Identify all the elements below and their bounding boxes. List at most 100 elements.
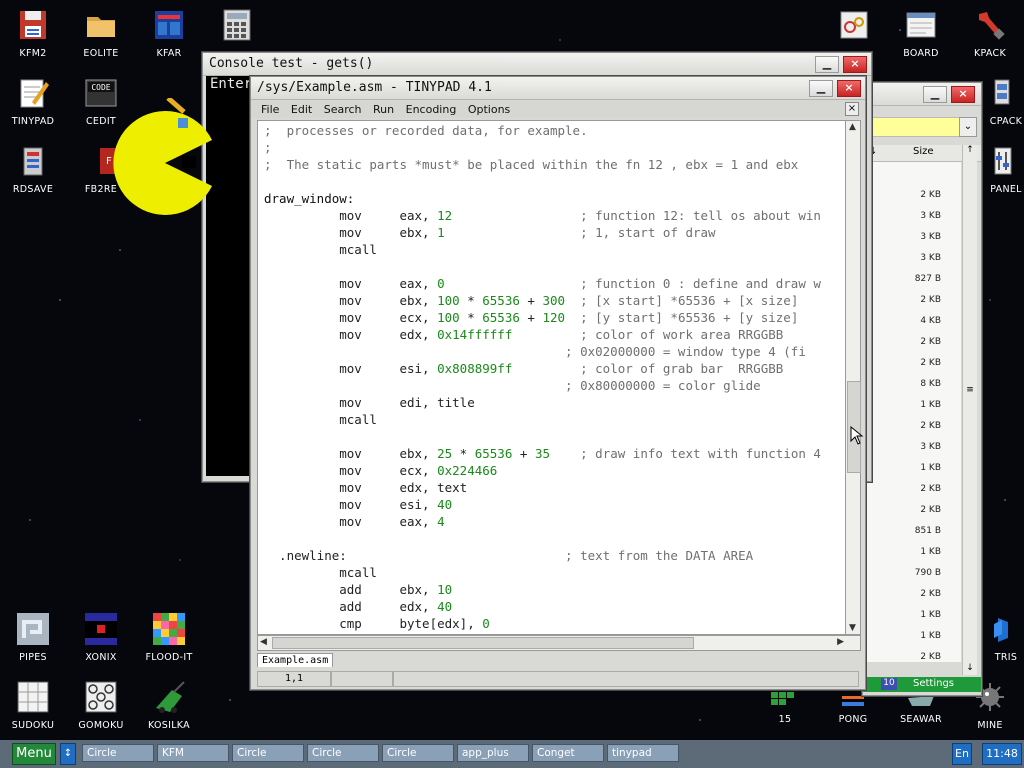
file-size-cell[interactable]: 1 KB [920,631,941,641]
code-editor[interactable]: ; processes or recorded data, for exampl… [257,120,847,635]
desktop-icon-tinypad[interactable]: TINYPAD [0,76,66,127]
file-size-cell[interactable]: 1 KB [920,463,941,473]
close-tab-icon[interactable]: × [845,102,859,116]
console-title: Console test - gets() [209,56,374,71]
file-size-cell[interactable]: 2 KB [920,190,941,200]
fm-scroll-up-icon[interactable]: ↑ [963,145,977,155]
desktop-icon-xonix[interactable]: XONIX [68,612,134,663]
menu-edit[interactable]: Edit [287,102,316,117]
file-size-cell[interactable]: 1 KB [920,547,941,557]
scroll-down-icon[interactable]: ▼ [849,623,856,633]
console-minimize-button[interactable]: ▁ [815,56,839,73]
kfar-icon [152,8,186,42]
fm-minimize-button[interactable]: ▁ [923,86,947,103]
desktop-icon-kosilka[interactable]: KOSILKA [136,680,202,731]
task-circle-1[interactable]: Circle [82,744,154,762]
tinypad-close-button[interactable]: × [837,80,861,97]
file-size-cell[interactable]: 1 KB [920,400,941,410]
code-line-15: mov esi, 0x808899ff ; color of grab bar … [264,361,784,376]
fm-f10-key: 10 [881,678,897,690]
file-size-cell[interactable]: 8 KB [920,379,941,389]
tinypad-window[interactable]: /sys/Example.asm - TINYPAD 4.1 ▁ × File … [250,76,866,690]
file-size-cell[interactable]: 2 KB [920,337,941,347]
file-size-cell[interactable]: 2 KB [920,652,941,662]
fm-path-dropdown[interactable]: ⌄ [959,117,977,137]
menu-file[interactable]: File [257,102,283,117]
menu-encoding[interactable]: Encoding [402,102,461,117]
fm-titlebar[interactable]: ▁ × [863,83,981,106]
task-circle-4[interactable]: Circle [382,744,454,762]
tinypad-minimize-button[interactable]: ▁ [809,80,833,97]
code-line-2: ; [264,140,272,155]
file-size-cell[interactable]: 851 B [915,526,941,536]
task-conget[interactable]: Conget [532,744,604,762]
desktop-icon-rdsave[interactable]: RDSAVE [0,144,66,195]
fm-scroll-down-icon[interactable]: ↓ [963,663,977,673]
file-manager-window[interactable]: ▁ × ⌄ ↓ Size 2 KB 3 KB 3 KB 3 KB 827 B 2 KB 4 … [862,82,982,696]
file-size-cell[interactable]: 790 B [915,568,941,578]
start-menu-button[interactable]: Menu [12,743,56,765]
calculator-icon [220,8,254,42]
tinypad-titlebar[interactable]: /sys/Example.asm - TINYPAD 4.1 ▁ × [251,77,865,100]
file-size-cell[interactable]: 3 KB [920,253,941,263]
file-size-cell[interactable]: 1 KB [920,610,941,620]
menu-options[interactable]: Options [464,102,514,117]
file-size-cell[interactable]: 3 KB [920,442,941,452]
task-circle-3[interactable]: Circle [307,744,379,762]
desktop-icon-gomoku[interactable]: GOMOKU [68,680,134,731]
icon-label: SEAWAR [900,714,942,725]
console-titlebar[interactable]: Console test - gets() ▁ × [203,53,871,76]
file-size-cell[interactable]: 827 B [915,274,941,284]
desktop-icon-sudoku[interactable]: SUDOKU [0,680,66,731]
scroll-right-icon[interactable]: ▶ [837,637,844,647]
editor-hscroll-thumb[interactable] [272,637,694,649]
gears-icon [837,8,871,42]
fm-close-button[interactable]: × [951,86,975,103]
code-line-13: mov edx, 0x14ffffff ; color of work area… [264,327,784,342]
file-size-cell[interactable]: 3 KB [920,211,941,221]
desktop-icon-kfar[interactable]: KFAR [136,8,202,59]
file-size-cell[interactable]: 4 KB [920,316,941,326]
file-size-cell[interactable]: 2 KB [920,358,941,368]
sliders-icon [979,144,1013,178]
file-size-cell[interactable]: 2 KB [920,505,941,515]
desktop-icon-cpu[interactable] [821,8,887,42]
file-size-cell[interactable]: 2 KB [920,589,941,599]
tab-example-asm[interactable]: Example.asm [257,653,334,667]
menu-run[interactable]: Run [369,102,398,117]
task-kfm[interactable]: KFM [157,744,229,762]
code-line-16: ; 0x80000000 = color glide [565,378,761,393]
scroll-up-icon[interactable]: ▲ [849,122,856,132]
desktop-icon-kpack[interactable]: KPACK [957,8,1023,59]
file-size-cell[interactable]: 2 KB [920,484,941,494]
task-app-plus[interactable]: app_plus [457,744,529,762]
desktop-icon-board[interactable]: BOARD [888,8,954,59]
fm-path-field[interactable] [863,117,961,137]
task-circle-2[interactable]: Circle [232,744,304,762]
scroll-left-icon[interactable]: ◀ [260,637,267,647]
icon-label: BOARD [903,48,939,59]
desktop-icon-kfm2[interactable]: KFM2 [0,8,66,59]
sudoku-grid-icon [16,680,50,714]
fm-file-list[interactable]: 2 KB 3 KB 3 KB 3 KB 827 B 2 KB 4 KB 2 KB 2 KB 8 K… [863,162,961,662]
board-icon [904,8,938,42]
file-size-cell[interactable]: 2 KB [920,421,941,431]
menu-search[interactable]: Search [320,102,366,117]
desktop-icon-eolite[interactable]: EOLITE [68,8,134,59]
task-tinypad[interactable]: tinypad [607,744,679,762]
editor-horizontal-scrollbar[interactable]: ◀ ▶ [257,635,861,651]
desktop-icon-15[interactable]: 15 [752,686,818,725]
fm-scrollbar[interactable]: ↑ ≡ ↓ [962,145,977,675]
desktop-icon-pipes[interactable]: PIPES [0,612,66,663]
file-size-cell[interactable]: 3 KB [920,232,941,242]
file-size-cell[interactable]: 2 KB [920,295,941,305]
fm-settings-label[interactable]: Settings [913,678,954,689]
editor-vertical-scrollbar[interactable]: ▲ ▼ [845,120,861,635]
desktop-icon-calc[interactable] [204,8,270,48]
desktop-icon-floodit[interactable]: FLOOD-IT [136,612,202,663]
console-close-button[interactable]: × [843,56,867,73]
size-column-header[interactable]: Size [913,146,934,157]
language-indicator[interactable]: En [952,743,972,765]
task-switch-button[interactable]: ↕ [60,743,76,765]
pacman-icon[interactable] [100,98,230,228]
